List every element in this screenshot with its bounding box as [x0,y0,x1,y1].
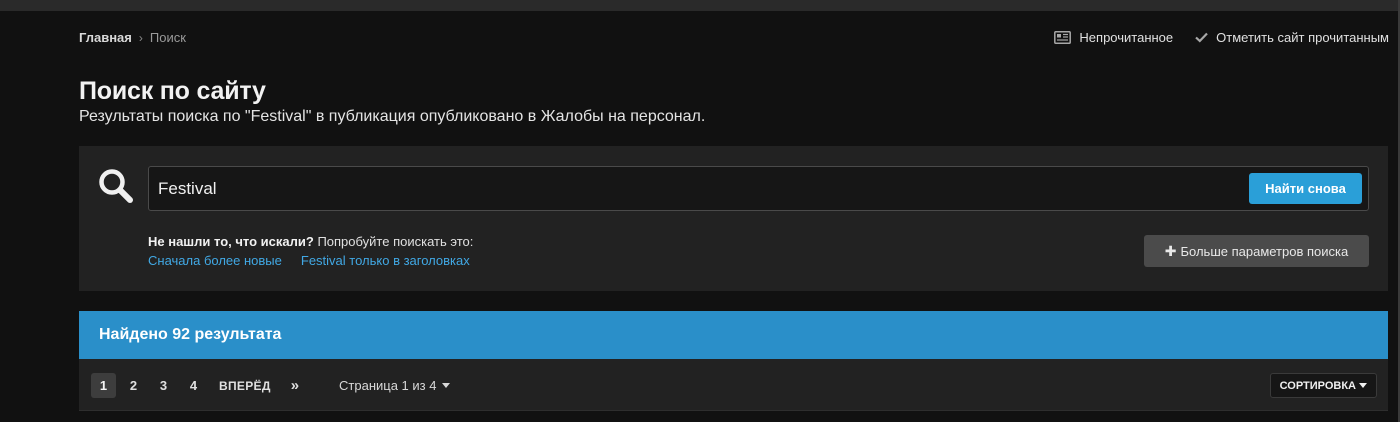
last-page-link[interactable]: » [291,377,299,394]
suggestion-links: Сначала более новые Festival только в за… [148,253,489,268]
page-3-button[interactable]: 3 [151,373,176,398]
unread-link[interactable]: Непрочитанное [1054,30,1173,45]
breadcrumb-home-link[interactable]: Главная [79,30,132,45]
checkmark-icon [1195,32,1208,43]
results-count: Найдено 92 результата [99,326,282,343]
mark-read-label: Отметить сайт прочитанным [1216,30,1389,45]
suggestion-hint: Попробуйте поискать это: [313,234,474,249]
plus-icon: ✚ [1164,242,1177,259]
page-1-button[interactable]: 1 [91,373,116,398]
page-2-button[interactable]: 2 [121,373,146,398]
pagination-bar: 1 2 3 4 ВПЕРЁД » Страница 1 из 4 СОРТИРО… [79,359,1388,411]
search-panel: Найти снова Не нашли то, что искали? Поп… [79,146,1388,291]
pagination: 1 2 3 4 ВПЕРЁД » Страница 1 из 4 [91,373,451,398]
caret-down-icon [442,383,451,388]
newer-first-link[interactable]: Сначала более новые [148,253,282,268]
page-jump-dropdown[interactable]: Страница 1 из 4 [339,378,451,393]
breadcrumb: Главная › Поиск [79,30,186,45]
sort-button[interactable]: СОРТИРОВКА [1269,373,1377,398]
sort-label: СОРТИРОВКА [1279,379,1356,392]
page-subtitle: Результаты поиска по "Festival" в публик… [79,108,706,125]
mark-read-link[interactable]: Отметить сайт прочитанным [1195,30,1389,45]
search-again-button[interactable]: Найти снова [1249,173,1362,204]
chevron-right-icon: › [138,30,143,45]
page-4-button[interactable]: 4 [181,373,206,398]
page-info: Страница 1 из 4 [339,378,437,393]
page-title: Поиск по сайту [79,77,266,105]
top-actions: Непрочитанное Отметить сайт прочитанным [1032,30,1389,45]
search-input[interactable] [158,167,1238,210]
suggestion-bold: Не нашли то, что искали? [148,234,314,249]
more-options-button[interactable]: ✚ Больше параметров поиска [1144,235,1369,267]
newspaper-icon [1054,31,1072,44]
top-bar [0,0,1400,11]
more-options-label: Больше параметров поиска [1180,243,1349,259]
breadcrumb-current: Поиск [149,30,186,45]
unread-label: Непрочитанное [1079,30,1174,45]
results-header: Найдено 92 результата [79,311,1388,359]
search-field: Найти снова [148,166,1369,211]
search-icon [99,169,133,203]
caret-down-icon [1359,383,1367,388]
suggestion-text: Не нашли то, что искали? Попробуйте поис… [148,234,473,249]
next-page-link[interactable]: ВПЕРЁД [219,379,271,393]
titles-only-link[interactable]: Festival только в заголовках [301,253,470,268]
